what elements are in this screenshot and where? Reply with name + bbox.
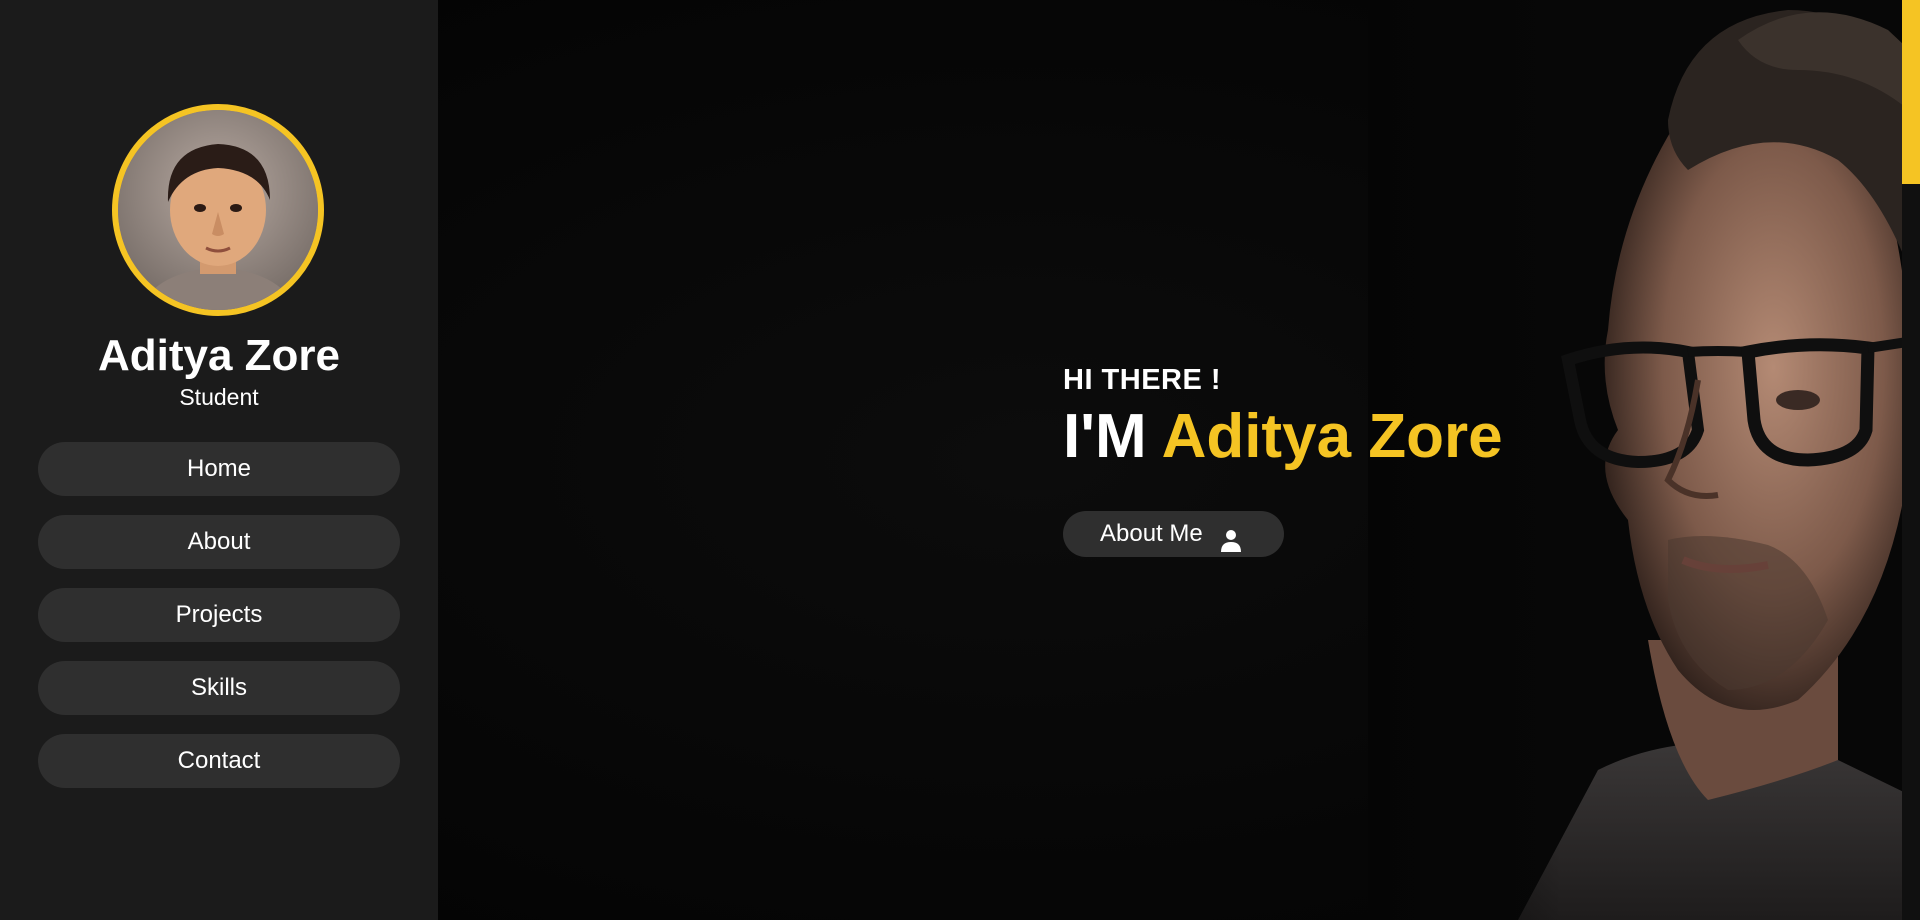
profile-avatar: [112, 104, 324, 316]
hero-headline: I'M Aditya Zore: [1063, 400, 1503, 474]
about-me-button[interactable]: About Me: [1063, 511, 1284, 557]
user-icon: [1219, 522, 1243, 552]
hero-greeting: HI THERE !: [1063, 364, 1222, 396]
hero-intro: I'M: [1063, 402, 1147, 471]
page-scrollbar[interactable]: [1902, 0, 1920, 920]
nav-item-home[interactable]: Home: [38, 442, 400, 496]
hero-name: Aditya Zore: [1161, 402, 1503, 471]
sidebar: Aditya Zore Student Home About Projects …: [0, 0, 438, 920]
nav-item-about[interactable]: About: [38, 515, 400, 569]
profile-role: Student: [179, 384, 259, 410]
portfolio-page: Aditya Zore Student Home About Projects …: [0, 0, 1920, 920]
scrollbar-thumb[interactable]: [1902, 0, 1920, 184]
sidebar-nav: Home About Projects Skills Contact: [38, 442, 400, 807]
hero-section: HI THERE ! I'M Aditya Zore About Me: [438, 0, 1920, 920]
profile-name: Aditya Zore: [97, 331, 341, 380]
about-me-label: About Me: [1100, 520, 1203, 547]
avatar-photo: [118, 110, 318, 310]
nav-item-contact[interactable]: Contact: [38, 734, 400, 788]
nav-item-skills[interactable]: Skills: [38, 661, 400, 715]
nav-item-projects[interactable]: Projects: [38, 588, 400, 642]
